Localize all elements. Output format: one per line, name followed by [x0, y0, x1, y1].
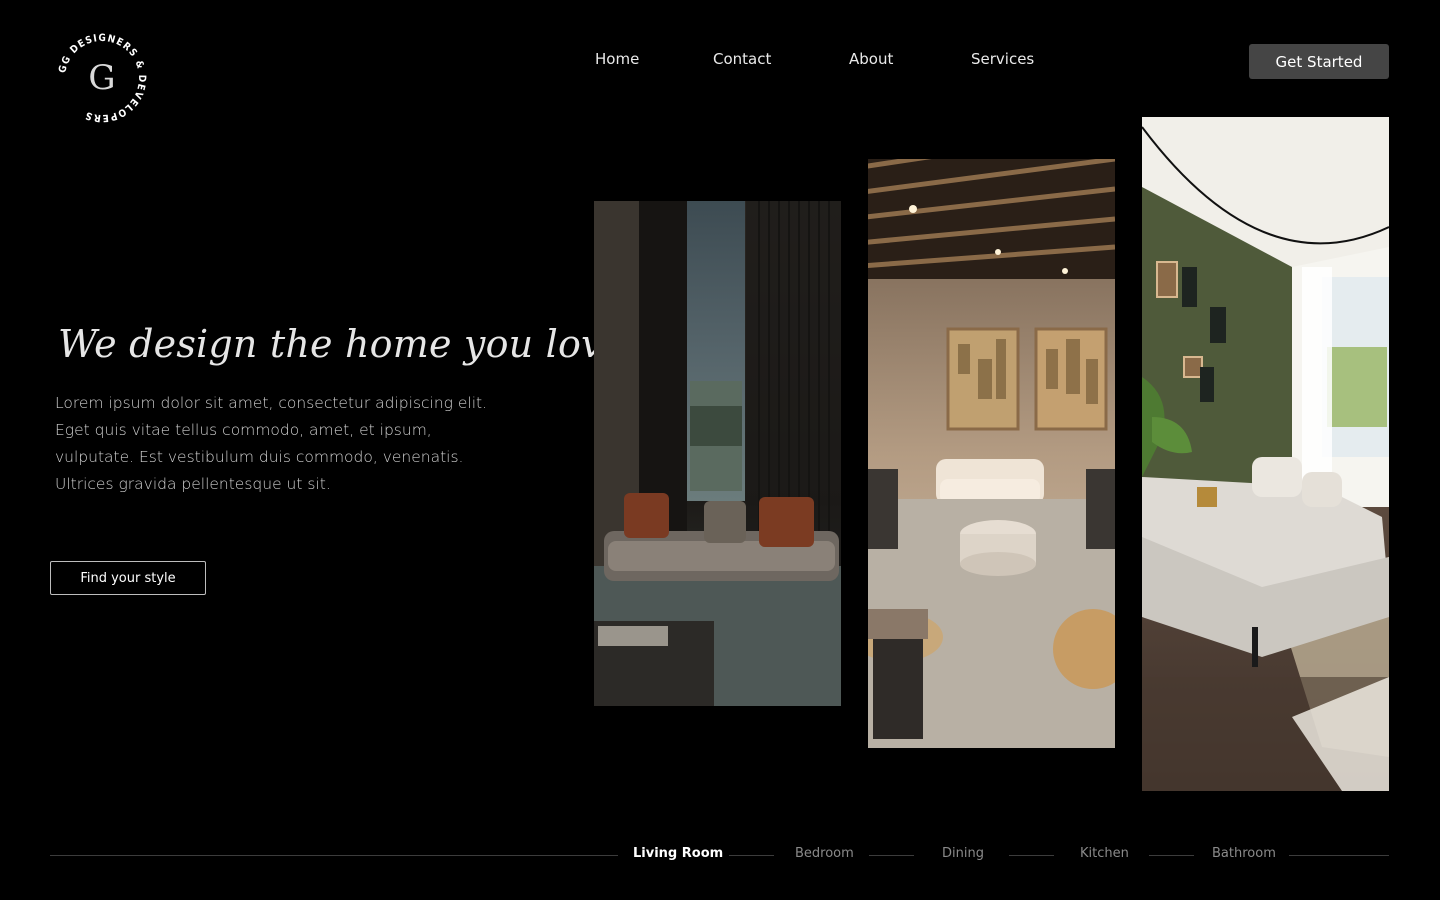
- divider-line: [1149, 855, 1194, 856]
- nav-services-link[interactable]: Services: [971, 50, 1034, 68]
- green-wall-living-room-photo: [1142, 117, 1389, 791]
- get-started-button[interactable]: Get Started: [1249, 44, 1389, 79]
- logo-monogram: G: [88, 58, 115, 98]
- find-your-style-button[interactable]: Find your style: [50, 561, 206, 595]
- divider-line: [729, 855, 774, 856]
- divider-line: [1009, 855, 1054, 856]
- nav-about-link[interactable]: About: [849, 50, 893, 68]
- hero-headline: We design the home you love: [58, 322, 626, 366]
- category-tab-kitchen[interactable]: Kitchen: [1080, 846, 1129, 861]
- category-tab-dining[interactable]: Dining: [942, 846, 984, 861]
- divider-line: [1289, 855, 1389, 856]
- nav-home-link[interactable]: Home: [595, 50, 639, 68]
- warm-lobby-photo: [868, 159, 1115, 748]
- divider-line: [869, 855, 914, 856]
- category-tab-bathroom[interactable]: Bathroom: [1212, 846, 1276, 861]
- category-tab-living-room[interactable]: Living Room: [633, 846, 723, 861]
- brand-logo[interactable]: GG DESIGNERS & DEVELOPERS G: [50, 26, 154, 130]
- hero-description: Lorem ipsum dolor sit amet, consectetur …: [55, 394, 488, 493]
- category-tab-bedroom[interactable]: Bedroom: [795, 846, 854, 861]
- nav-contact-link[interactable]: Contact: [713, 50, 771, 68]
- dark-lounge-photo: [594, 201, 841, 706]
- logo-badge-icon: GG DESIGNERS & DEVELOPERS G: [57, 33, 146, 123]
- divider-line: [50, 855, 618, 856]
- landing-page: GG DESIGNERS & DEVELOPERS G Home Contact…: [0, 0, 1440, 900]
